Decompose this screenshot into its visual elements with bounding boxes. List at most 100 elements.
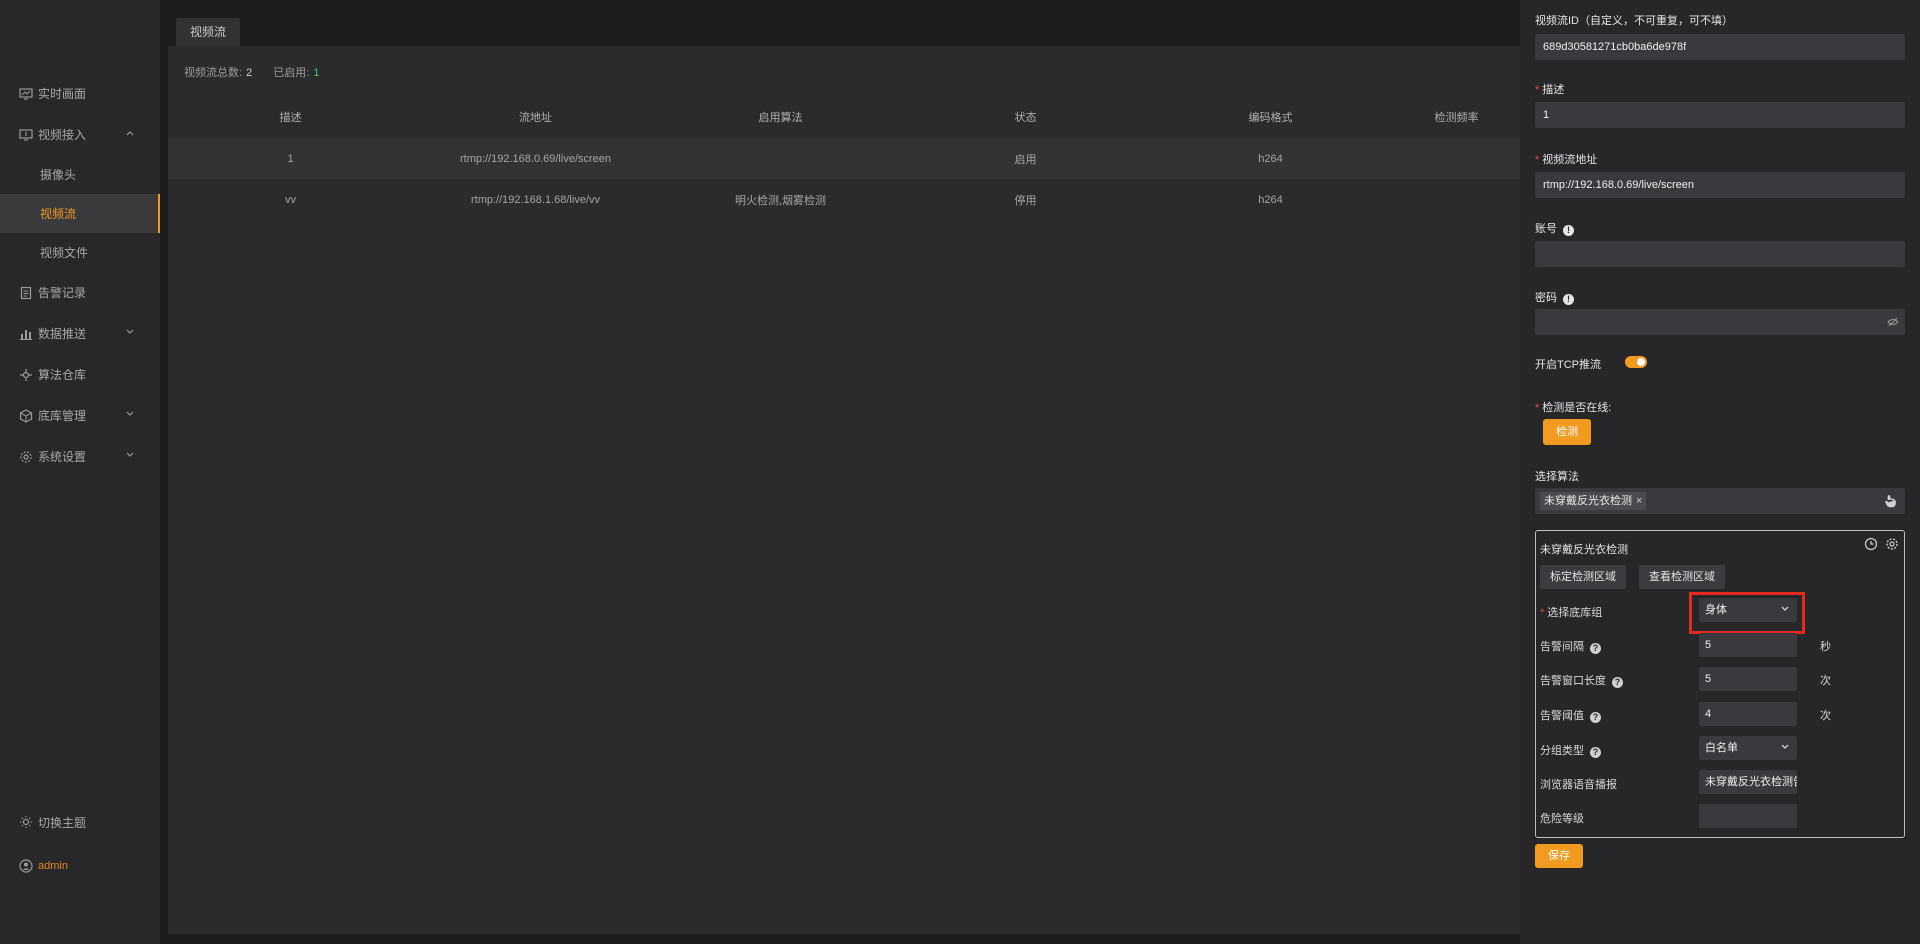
chart-icon: [18, 326, 34, 342]
column-header: 检测频率: [1393, 96, 1520, 138]
stream-table: 描述 流地址 启用算法 状态 编码格式 检测频率 1 rtmp://192.16…: [168, 96, 1520, 220]
info-icon: !: [1563, 294, 1574, 305]
total-label: 视频流总数:: [184, 67, 243, 79]
info-icon: !: [1563, 225, 1574, 236]
theme-switch-label: 切换主题: [38, 815, 87, 830]
sidebar-item-label: 系统设置: [38, 450, 87, 464]
user-menu[interactable]: admin: [0, 844, 160, 888]
view-area-button[interactable]: 查看检测区域: [1639, 565, 1725, 589]
algo-tag: 未穿戴反光衣检测 ×: [1540, 492, 1647, 510]
sidebar-item-label: 视频流: [40, 207, 77, 221]
group-label: * 选择底库组: [1540, 607, 1603, 619]
sidebar-item-system-settings[interactable]: 系统设置: [0, 436, 160, 477]
desc-label: * 描述: [1535, 84, 1565, 96]
gear-icon[interactable]: [1885, 537, 1899, 551]
monitor-icon: [18, 86, 34, 102]
stream-id-input[interactable]: 689d30581271cb0ba6de978f: [1535, 34, 1905, 60]
voice-label: 浏览器语音播报: [1540, 779, 1617, 791]
document-icon: [18, 285, 34, 301]
enabled-label: 已启用:: [273, 67, 310, 79]
save-button[interactable]: 保存: [1535, 844, 1583, 868]
account-label: 账号!: [1535, 220, 1574, 236]
column-header: 流地址: [413, 96, 658, 138]
cell-algorithms: 明火检测,烟雾检测: [658, 179, 903, 220]
group-type-select[interactable]: 白名单: [1699, 736, 1797, 760]
sidebar-nav: 实时画面 视频接入 摄像头 视频流 视频文件 告警记录 数据推送 算法仓库 底库…: [0, 73, 160, 477]
cell-status: 停用: [903, 179, 1148, 220]
sidebar-item-data-push[interactable]: 数据推送: [0, 313, 160, 354]
chevron-down-icon: [126, 411, 134, 416]
column-header: 启用算法: [658, 96, 903, 138]
window-input[interactable]: 5: [1699, 667, 1797, 691]
algo-select[interactable]: 未穿戴反光衣检测 ×: [1535, 488, 1905, 514]
content-panel: 视频流总数: 2 已启用: 1 描述 流地址 启用算法 状态 编码格式 检测频率 1: [168, 46, 1520, 934]
sidebar-item-label: 数据推送: [38, 327, 87, 341]
sidebar-item-video-stream[interactable]: 视频流: [0, 194, 160, 233]
sidebar-item-algorithm-store[interactable]: 算法仓库: [0, 354, 160, 395]
risk-input[interactable]: [1699, 804, 1797, 828]
cell-url: rtmp://192.168.1.68/live/vv: [413, 179, 658, 220]
chevron-down-icon: [126, 452, 134, 457]
tab-bar: 视频流: [176, 18, 241, 46]
cell-codec: h264: [1148, 138, 1393, 179]
cell-algorithms: [658, 138, 903, 179]
sidebar: 实时画面 视频接入 摄像头 视频流 视频文件 告警记录 数据推送 算法仓库 底库…: [0, 0, 160, 944]
theme-switch-button[interactable]: 切换主题: [0, 800, 160, 844]
user-name: admin: [38, 860, 68, 872]
url-input[interactable]: rtmp://192.168.0.69/live/screen: [1535, 172, 1905, 198]
question-icon: ?: [1590, 712, 1601, 723]
sidebar-bottom: 切换主题 admin: [0, 800, 160, 888]
sidebar-item-live-view[interactable]: 实时画面: [0, 73, 160, 114]
close-icon[interactable]: ×: [1636, 495, 1642, 507]
avatar: [18, 858, 34, 874]
highlight-box: [1689, 592, 1805, 634]
risk-label: 危险等级: [1540, 813, 1584, 825]
sidebar-item-video-file[interactable]: 视频文件: [0, 233, 160, 272]
chevron-down-icon: [1781, 744, 1789, 749]
pointer-hand-icon: [1885, 495, 1896, 508]
cell-desc: 1: [168, 138, 413, 179]
detect-button[interactable]: 检测: [1543, 419, 1591, 445]
interval-label: 告警间隔?: [1540, 638, 1601, 654]
sidebar-item-label: 算法仓库: [38, 368, 87, 382]
tcp-toggle[interactable]: [1625, 356, 1647, 368]
table-row[interactable]: 1 rtmp://192.168.0.69/live/screen 启用 h26…: [168, 138, 1520, 179]
interval-input[interactable]: 5: [1699, 633, 1797, 657]
sidebar-item-camera[interactable]: 摄像头: [0, 155, 160, 194]
group-type-label: 分组类型?: [1540, 742, 1601, 758]
sidebar-item-video-input[interactable]: 视频接入: [0, 114, 160, 155]
video-input-icon: [18, 127, 34, 143]
account-input[interactable]: [1535, 241, 1905, 267]
online-check-label: * 检测是否在线:: [1535, 402, 1612, 414]
main-content: 视频流 视频流总数: 2 已启用: 1 描述 流地址 启用算法 状态 编码格式 检测…: [160, 0, 1520, 944]
algo-config-panel: 未穿戴反光衣检测 标定检测区域 查看检测区域 * 选择底库组 身体 告警间隔? 5…: [1535, 530, 1905, 838]
cell-frequency: [1393, 138, 1520, 179]
desc-input[interactable]: 1: [1535, 102, 1905, 128]
sidebar-item-library-management[interactable]: 底库管理: [0, 395, 160, 436]
eye-hidden-icon[interactable]: [1887, 316, 1899, 328]
cell-status: 启用: [903, 138, 1148, 179]
voice-input[interactable]: 未穿戴反光衣检测告警: [1699, 770, 1797, 794]
window-label: 告警窗口长度?: [1540, 672, 1623, 688]
sun-icon: [18, 814, 34, 830]
algo-config-title: 未穿戴反光衣检测: [1540, 544, 1628, 556]
sidebar-item-alarm-records[interactable]: 告警记录: [0, 272, 160, 313]
table-row[interactable]: vv rtmp://192.168.1.68/live/vv 明火检测,烟雾检测…: [168, 179, 1520, 220]
window-unit: 次: [1820, 675, 1831, 687]
table-header: 描述 流地址 启用算法 状态 编码格式 检测频率: [168, 96, 1520, 138]
chevron-up-icon: [126, 131, 134, 136]
threshold-label: 告警阈值?: [1540, 707, 1601, 723]
calibrate-area-button[interactable]: 标定检测区域: [1540, 565, 1626, 589]
column-header: 描述: [168, 96, 413, 138]
enabled-count: 1: [313, 67, 320, 79]
clock-icon[interactable]: [1864, 537, 1878, 551]
sidebar-item-label: 摄像头: [40, 168, 77, 182]
cell-codec: h264: [1148, 179, 1393, 220]
sidebar-item-label: 告警记录: [38, 286, 87, 300]
total-count: 2: [246, 67, 253, 79]
threshold-input[interactable]: 4: [1699, 702, 1797, 726]
password-input[interactable]: [1535, 309, 1905, 335]
tcp-label: 开启TCP推流: [1535, 359, 1601, 371]
chevron-down-icon: [126, 329, 134, 334]
tab-video-stream[interactable]: 视频流: [176, 18, 241, 46]
